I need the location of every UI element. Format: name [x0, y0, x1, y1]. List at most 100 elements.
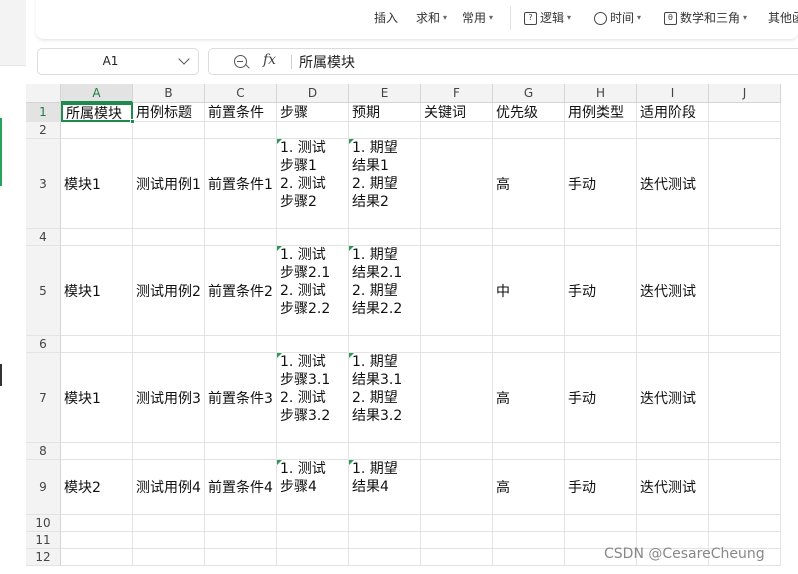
empty-cell[interactable] [205, 229, 277, 246]
row-header-9[interactable]: 9 [26, 460, 61, 515]
empty-cell[interactable] [421, 443, 493, 460]
cell-title[interactable]: 测试用例4 [133, 460, 205, 515]
row-header-10[interactable]: 10 [26, 515, 61, 532]
formula-bar[interactable]: fx 所属模块 [208, 48, 798, 75]
empty-cell[interactable] [349, 549, 421, 566]
row-header-8[interactable]: 8 [26, 443, 61, 460]
row-header-7[interactable]: 7 [26, 353, 61, 443]
empty-cell[interactable] [421, 549, 493, 566]
cell-type[interactable]: 手动 [565, 460, 637, 515]
cell-stage[interactable]: 迭代测试 [637, 460, 709, 515]
sum-menu-button[interactable]: 求和 ▾ [416, 8, 447, 28]
empty-cell[interactable] [133, 229, 205, 246]
cell-precondition[interactable]: 前置条件2 [205, 246, 277, 336]
header-cell-D[interactable]: 步骤 [277, 103, 349, 122]
cell-type[interactable]: 手动 [565, 139, 637, 229]
cell-expected[interactable]: 1. 期望 结果3.1 2. 期望 结果3.2 [349, 353, 421, 443]
logic-functions-button[interactable]: ? 逻辑 ▾ [524, 8, 571, 28]
empty-cell[interactable] [493, 443, 565, 460]
empty-cell[interactable] [277, 229, 349, 246]
empty-cell[interactable] [637, 122, 709, 139]
empty-cell[interactable] [709, 443, 781, 460]
empty-cell[interactable] [61, 549, 133, 566]
empty-cell[interactable] [133, 443, 205, 460]
row-header-6[interactable]: 6 [26, 336, 61, 353]
empty-cell[interactable] [709, 515, 781, 532]
empty-cell[interactable] [61, 122, 133, 139]
empty-cell[interactable] [277, 336, 349, 353]
math-functions-button[interactable]: θ 数学和三角 ▾ [664, 8, 747, 28]
column-header-A[interactable]: A [61, 84, 133, 103]
sheet-grid[interactable]: A B C D E F G H I J 1 2 3 4 5 6 7 8 9 10 11 12 所属模块 用例标题 前置条件 步骤预… [26, 84, 798, 574]
cell-steps[interactable]: 1. 测试 步骤2.1 2. 测试 步骤2.2 [277, 246, 349, 336]
empty-cell[interactable] [205, 336, 277, 353]
empty-cell[interactable] [61, 336, 133, 353]
formula-input[interactable]: 所属模块 [299, 52, 355, 72]
cell-keyword[interactable] [421, 460, 493, 515]
column-header-E[interactable]: E [349, 84, 421, 103]
header-cell-G[interactable]: 优先级 [493, 103, 565, 122]
cell-priority[interactable]: 高 [493, 139, 565, 229]
empty-cell[interactable] [493, 532, 565, 549]
cell-precondition[interactable]: 前置条件4 [205, 460, 277, 515]
empty-cell[interactable] [277, 515, 349, 532]
empty-cell[interactable] [277, 549, 349, 566]
select-all-corner[interactable] [26, 84, 61, 103]
cell-module[interactable]: 模块2 [61, 460, 133, 515]
empty-cell[interactable] [349, 515, 421, 532]
empty-cell[interactable] [709, 139, 781, 229]
empty-cell[interactable] [493, 549, 565, 566]
empty-cell[interactable] [349, 443, 421, 460]
cell-keyword[interactable] [421, 139, 493, 229]
row-header-5[interactable]: 5 [26, 246, 61, 336]
cell-steps[interactable]: 1. 测试 步骤1 2. 测试 步骤2 [277, 139, 349, 229]
empty-cell[interactable] [565, 336, 637, 353]
empty-cell[interactable] [421, 515, 493, 532]
empty-cell[interactable] [493, 122, 565, 139]
empty-cell[interactable] [133, 532, 205, 549]
empty-cell[interactable] [349, 336, 421, 353]
cell-expected[interactable]: 1. 期望 结果1 2. 期望 结果2 [349, 139, 421, 229]
cell-type[interactable]: 手动 [565, 353, 637, 443]
column-header-H[interactable]: H [565, 84, 637, 103]
empty-cell[interactable] [709, 229, 781, 246]
cell-title[interactable]: 测试用例1 [133, 139, 205, 229]
empty-cell[interactable] [709, 460, 781, 515]
empty-cell[interactable] [205, 443, 277, 460]
fill-handle[interactable] [130, 119, 135, 124]
empty-cell[interactable] [709, 246, 781, 336]
cell-stage[interactable]: 迭代测试 [637, 246, 709, 336]
cell-expected[interactable]: 1. 期望 结果4 [349, 460, 421, 515]
column-header-I[interactable]: I [637, 84, 709, 103]
empty-cell[interactable] [277, 122, 349, 139]
cell-module[interactable]: 模块1 [61, 246, 133, 336]
zoom-out-icon[interactable] [234, 55, 247, 68]
row-header-12[interactable]: 12 [26, 549, 61, 566]
empty-cell[interactable] [61, 515, 133, 532]
cell-priority[interactable]: 高 [493, 460, 565, 515]
cell-expected[interactable]: 1. 期望 结果2.1 2. 期望 结果2.2 [349, 246, 421, 336]
empty-cell[interactable] [709, 336, 781, 353]
row-header-4[interactable]: 4 [26, 229, 61, 246]
empty-cell[interactable] [637, 515, 709, 532]
empty-cell[interactable] [205, 122, 277, 139]
empty-cell[interactable] [277, 443, 349, 460]
row-header-11[interactable]: 11 [26, 532, 61, 549]
empty-cell[interactable] [637, 229, 709, 246]
empty-cell[interactable] [349, 532, 421, 549]
header-cell-I[interactable]: 适用阶段 [637, 103, 709, 122]
empty-cell[interactable] [133, 336, 205, 353]
empty-cell[interactable] [61, 229, 133, 246]
header-cell-B[interactable]: 用例标题 [133, 103, 205, 122]
selected-cell-A1[interactable]: 所属模块 [61, 103, 133, 122]
cell-title[interactable]: 测试用例2 [133, 246, 205, 336]
cell-stage[interactable]: 迭代测试 [637, 139, 709, 229]
empty-cell[interactable] [277, 532, 349, 549]
header-cell-H[interactable]: 用例类型 [565, 103, 637, 122]
empty-cell[interactable] [421, 122, 493, 139]
column-header-B[interactable]: B [133, 84, 205, 103]
cell-module[interactable]: 模块1 [61, 139, 133, 229]
empty-cell[interactable] [565, 443, 637, 460]
empty-cell[interactable] [637, 336, 709, 353]
insert-function-button[interactable]: 插入 [374, 8, 398, 28]
